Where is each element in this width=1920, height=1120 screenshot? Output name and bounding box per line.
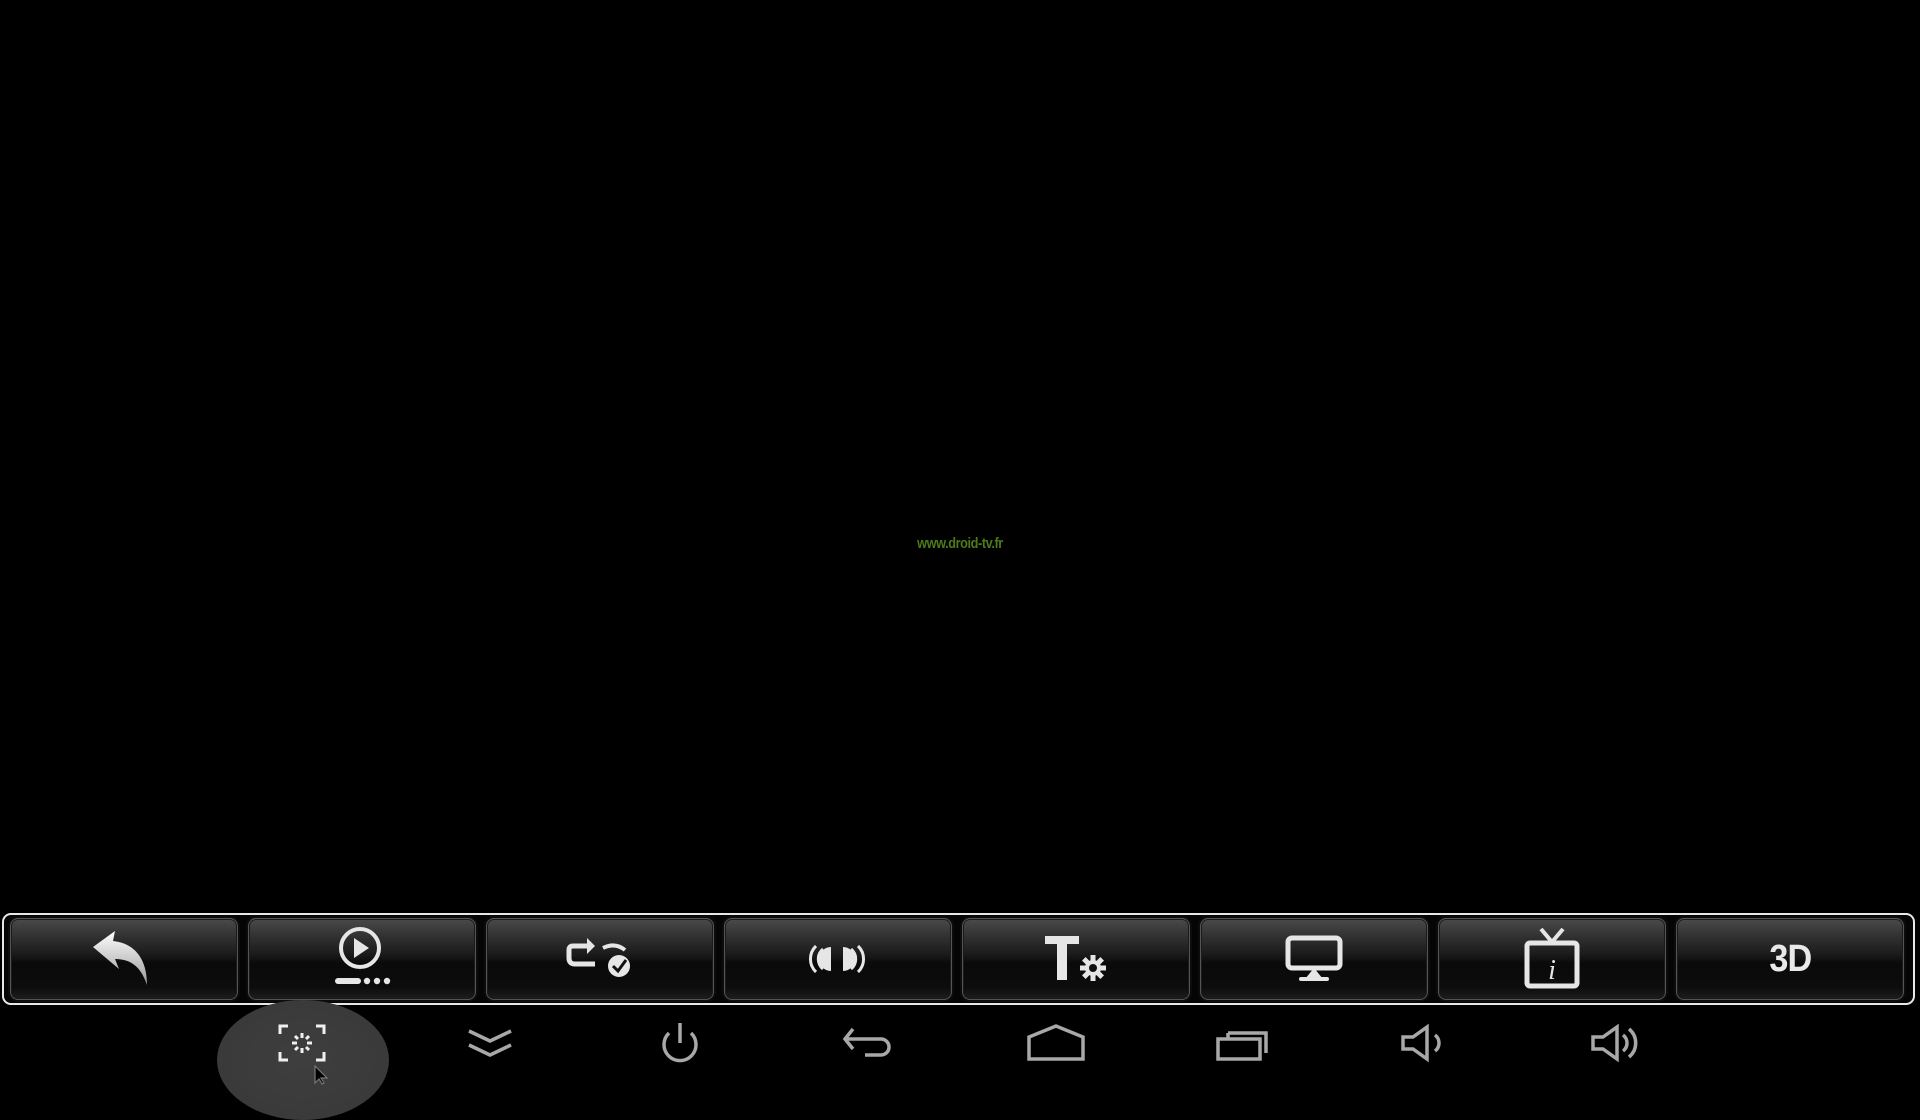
double-chevron-down-icon bbox=[468, 1029, 512, 1057]
display-mode-button[interactable] bbox=[1200, 918, 1428, 1000]
home-icon bbox=[1027, 1024, 1085, 1061]
power-icon bbox=[662, 1023, 698, 1063]
3d-mode-button[interactable]: 3D bbox=[1676, 918, 1904, 1000]
back-button[interactable] bbox=[10, 918, 238, 1000]
svg-text:i: i bbox=[1548, 955, 1556, 986]
screenshot-icon bbox=[278, 1024, 326, 1062]
audio-track-button[interactable] bbox=[724, 918, 952, 1000]
monitor-icon bbox=[1285, 935, 1343, 981]
back-nav-button[interactable] bbox=[834, 1018, 904, 1068]
back-arrow-icon bbox=[842, 1027, 891, 1057]
playback-mode-button[interactable] bbox=[248, 918, 476, 1000]
recent-apps-button[interactable] bbox=[1209, 1018, 1279, 1068]
volume-up-button[interactable] bbox=[1582, 1018, 1652, 1068]
repeat-check-icon bbox=[566, 938, 630, 977]
recent-apps-icon bbox=[1216, 1031, 1268, 1061]
volume-up-icon bbox=[1591, 1023, 1638, 1063]
player-toolbar: i 3D bbox=[2, 913, 1915, 1005]
tv-info-icon: i bbox=[1524, 927, 1580, 989]
surround-sound-icon bbox=[809, 944, 865, 974]
play-circle-progress-icon bbox=[335, 927, 391, 985]
system-navigation-bar bbox=[0, 1000, 1920, 1120]
power-button[interactable] bbox=[645, 1018, 715, 1068]
subtitle-settings-button[interactable] bbox=[962, 918, 1190, 1000]
hide-bar-button[interactable] bbox=[455, 1018, 525, 1068]
repeat-mode-button[interactable] bbox=[486, 918, 714, 1000]
volume-down-button[interactable] bbox=[1392, 1018, 1462, 1068]
home-button[interactable] bbox=[1021, 1018, 1091, 1068]
3d-label: 3D bbox=[1769, 937, 1812, 980]
text-gear-icon bbox=[1045, 936, 1106, 981]
tv-info-button[interactable]: i bbox=[1438, 918, 1666, 1000]
volume-down-icon bbox=[1401, 1023, 1441, 1063]
screenshot-button[interactable] bbox=[267, 1018, 337, 1068]
watermark-text: www.droid-tv.fr bbox=[917, 535, 1003, 552]
mouse-cursor-icon bbox=[314, 1065, 329, 1085]
curved-back-arrow-icon bbox=[93, 931, 147, 985]
